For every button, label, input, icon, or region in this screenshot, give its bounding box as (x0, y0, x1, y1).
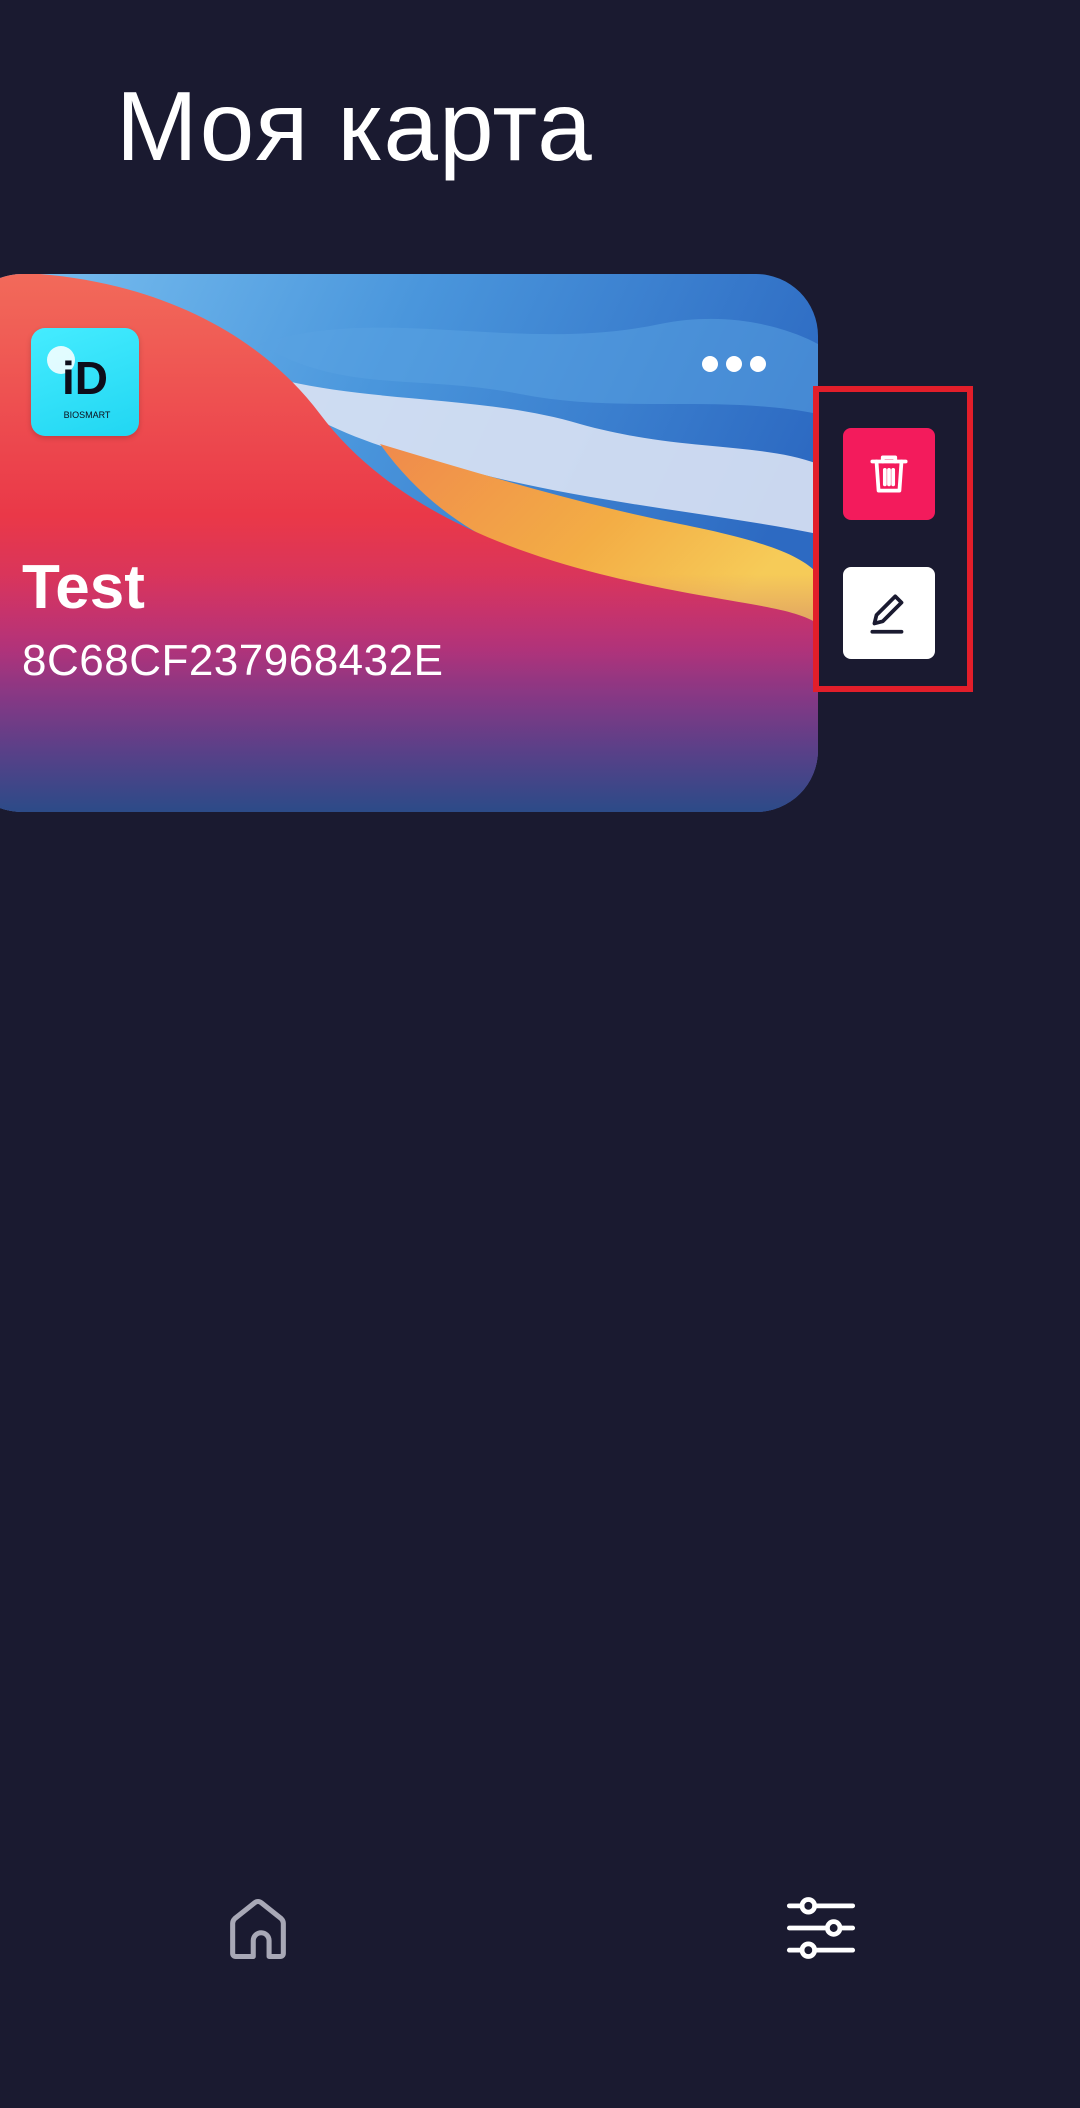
access-card[interactable]: iD BIOSMART Test 8C68CF237968432E (0, 274, 818, 812)
trash-icon (870, 455, 908, 493)
nav-home-button[interactable] (210, 1880, 306, 1976)
delete-button[interactable] (843, 428, 935, 520)
card-name: Test (22, 553, 145, 622)
more-dot-icon (726, 356, 742, 372)
home-icon (230, 1898, 286, 1960)
card-menu-button[interactable] (702, 352, 766, 376)
pencil-icon (870, 594, 904, 634)
more-dot-icon (702, 356, 718, 372)
nav-settings-button[interactable] (773, 1880, 869, 1976)
card-number: 8C68CF237968432E (22, 636, 444, 685)
page-title: Моя карта (116, 71, 593, 181)
sliders-icon (786, 1897, 856, 1959)
logo-subtext: BIOSMART (64, 410, 111, 420)
edit-button[interactable] (843, 567, 935, 659)
bottom-navigation (0, 1880, 1080, 1990)
logo-text: iD (62, 352, 108, 404)
more-dot-icon (750, 356, 766, 372)
biosmart-logo: iD BIOSMART (31, 328, 139, 436)
